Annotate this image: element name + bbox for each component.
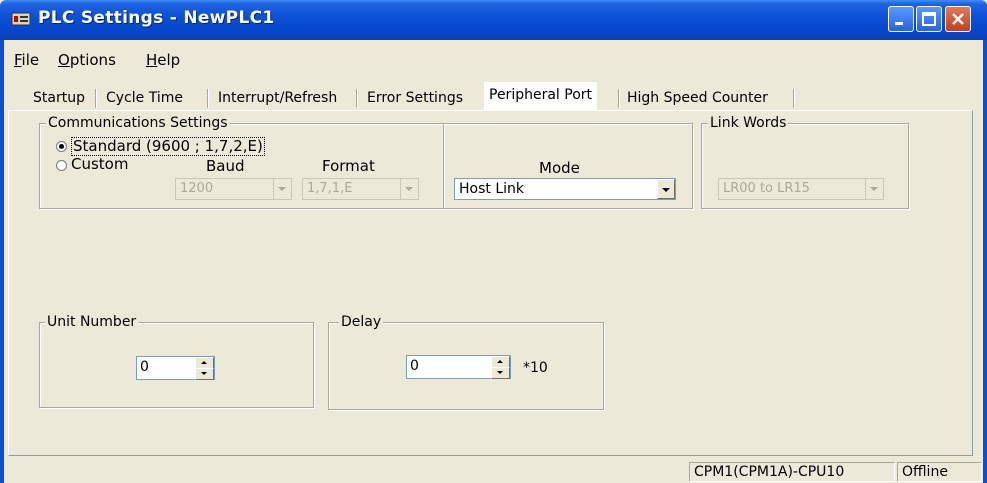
- menu-file-label: ile: [21, 51, 40, 69]
- mode-label: Mode: [539, 159, 580, 177]
- plc-settings-window: PLC Settings - NewPLC1 File Options Help…: [0, 0, 987, 483]
- menu-bar: File Options Help: [0, 40, 987, 74]
- format-dropdown-button[interactable]: [400, 179, 418, 199]
- chevron-down-icon: [870, 187, 878, 191]
- delay-spinner[interactable]: [491, 356, 510, 380]
- arrow-down-icon: [497, 371, 503, 374]
- menu-help-mnemonic: H: [146, 51, 158, 69]
- chevron-down-icon: [405, 187, 413, 191]
- maximize-icon: [922, 12, 936, 26]
- menu-file-mnemonic: F: [14, 51, 22, 69]
- tab-separator: [95, 89, 97, 108]
- delay-unit-label: *10: [523, 360, 548, 376]
- mode-select[interactable]: Host Link: [454, 178, 676, 200]
- spin-down-button[interactable]: [491, 367, 510, 379]
- tab-separator: [207, 89, 209, 108]
- close-icon: [952, 13, 964, 25]
- link-words-select-value: LR00 to LR15: [723, 181, 810, 196]
- baud-label: Baud: [206, 157, 245, 175]
- custom-radio[interactable]: [56, 160, 67, 171]
- tab-cycle-time[interactable]: Cycle Time: [106, 86, 183, 110]
- unit-number-spinner[interactable]: [195, 357, 214, 381]
- menu-options[interactable]: Options: [58, 51, 116, 69]
- radio-selected-dot: [59, 144, 64, 149]
- custom-radio-label[interactable]: Custom: [71, 156, 128, 173]
- minimize-button[interactable]: [888, 6, 914, 32]
- format-select[interactable]: 1,7,1,E: [302, 178, 419, 200]
- link-words-dropdown-button[interactable]: [865, 179, 883, 199]
- title-bar[interactable]: PLC Settings - NewPLC1: [0, 0, 987, 40]
- tab-startup[interactable]: Startup: [33, 86, 85, 110]
- format-label: Format: [322, 157, 375, 175]
- status-plc-model: CPM1(CPM1A)-CPU10: [689, 462, 895, 482]
- minimize-icon: [895, 22, 903, 25]
- close-button[interactable]: [945, 6, 971, 32]
- mode-select-value: Host Link: [459, 181, 524, 197]
- standard-radio[interactable]: [56, 141, 67, 152]
- window-title: PLC Settings - NewPLC1: [38, 8, 275, 28]
- tab-separator: [356, 89, 358, 108]
- tab-separator: [618, 89, 620, 108]
- tab-separator: [793, 89, 795, 108]
- baud-select-value: 1200: [180, 181, 214, 196]
- baud-select[interactable]: 1200: [175, 178, 292, 200]
- menu-help[interactable]: Help: [146, 51, 180, 69]
- status-bar: CPM1(CPM1A)-CPU10 Offline: [0, 458, 987, 483]
- unit-number-legend: Unit Number: [45, 314, 139, 330]
- spin-down-button[interactable]: [195, 368, 214, 380]
- chevron-down-icon: [662, 188, 670, 192]
- tab-strip: Startup Cycle Time Interrupt/Refresh Err…: [0, 82, 987, 112]
- maximize-button[interactable]: [916, 6, 942, 32]
- communications-settings-legend: Communications Settings: [46, 115, 230, 131]
- chevron-down-icon: [278, 187, 286, 191]
- tab-interrupt-refresh[interactable]: Interrupt/Refresh: [218, 86, 337, 110]
- arrow-up-icon: [201, 361, 207, 364]
- unit-number-value: 0: [140, 359, 149, 375]
- arrow-down-icon: [201, 372, 207, 375]
- link-words-legend: Link Words: [708, 115, 789, 131]
- mode-dropdown-button[interactable]: [657, 179, 675, 199]
- unit-number-input[interactable]: 0: [136, 356, 215, 380]
- window-frame-left: [0, 40, 4, 483]
- window-frame-right: [983, 40, 987, 483]
- tab-peripheral-port[interactable]: Peripheral Port: [484, 82, 598, 111]
- standard-radio-label[interactable]: Standard (9600 ; 1,7,2,E): [71, 137, 265, 156]
- status-connection: Offline: [897, 462, 982, 482]
- link-words-select[interactable]: LR00 to LR15: [718, 178, 884, 200]
- delay-input[interactable]: 0: [406, 355, 511, 379]
- arrow-up-icon: [497, 360, 503, 363]
- peripheral-port-panel: Communications Settings Standard (9600 ;…: [8, 110, 973, 456]
- delay-legend: Delay: [339, 314, 384, 330]
- delay-value: 0: [410, 358, 419, 374]
- format-select-value: 1,7,1,E: [307, 181, 353, 196]
- menu-help-label: elp: [157, 51, 181, 69]
- baud-dropdown-button[interactable]: [273, 179, 291, 199]
- plc-app-icon: [11, 12, 31, 26]
- menu-options-mnemonic: O: [58, 51, 70, 69]
- menu-file[interactable]: File: [14, 51, 39, 69]
- tab-error-settings[interactable]: Error Settings: [367, 86, 463, 110]
- menu-options-label: ptions: [69, 51, 116, 69]
- tab-high-speed-counter[interactable]: High Speed Counter: [627, 86, 768, 110]
